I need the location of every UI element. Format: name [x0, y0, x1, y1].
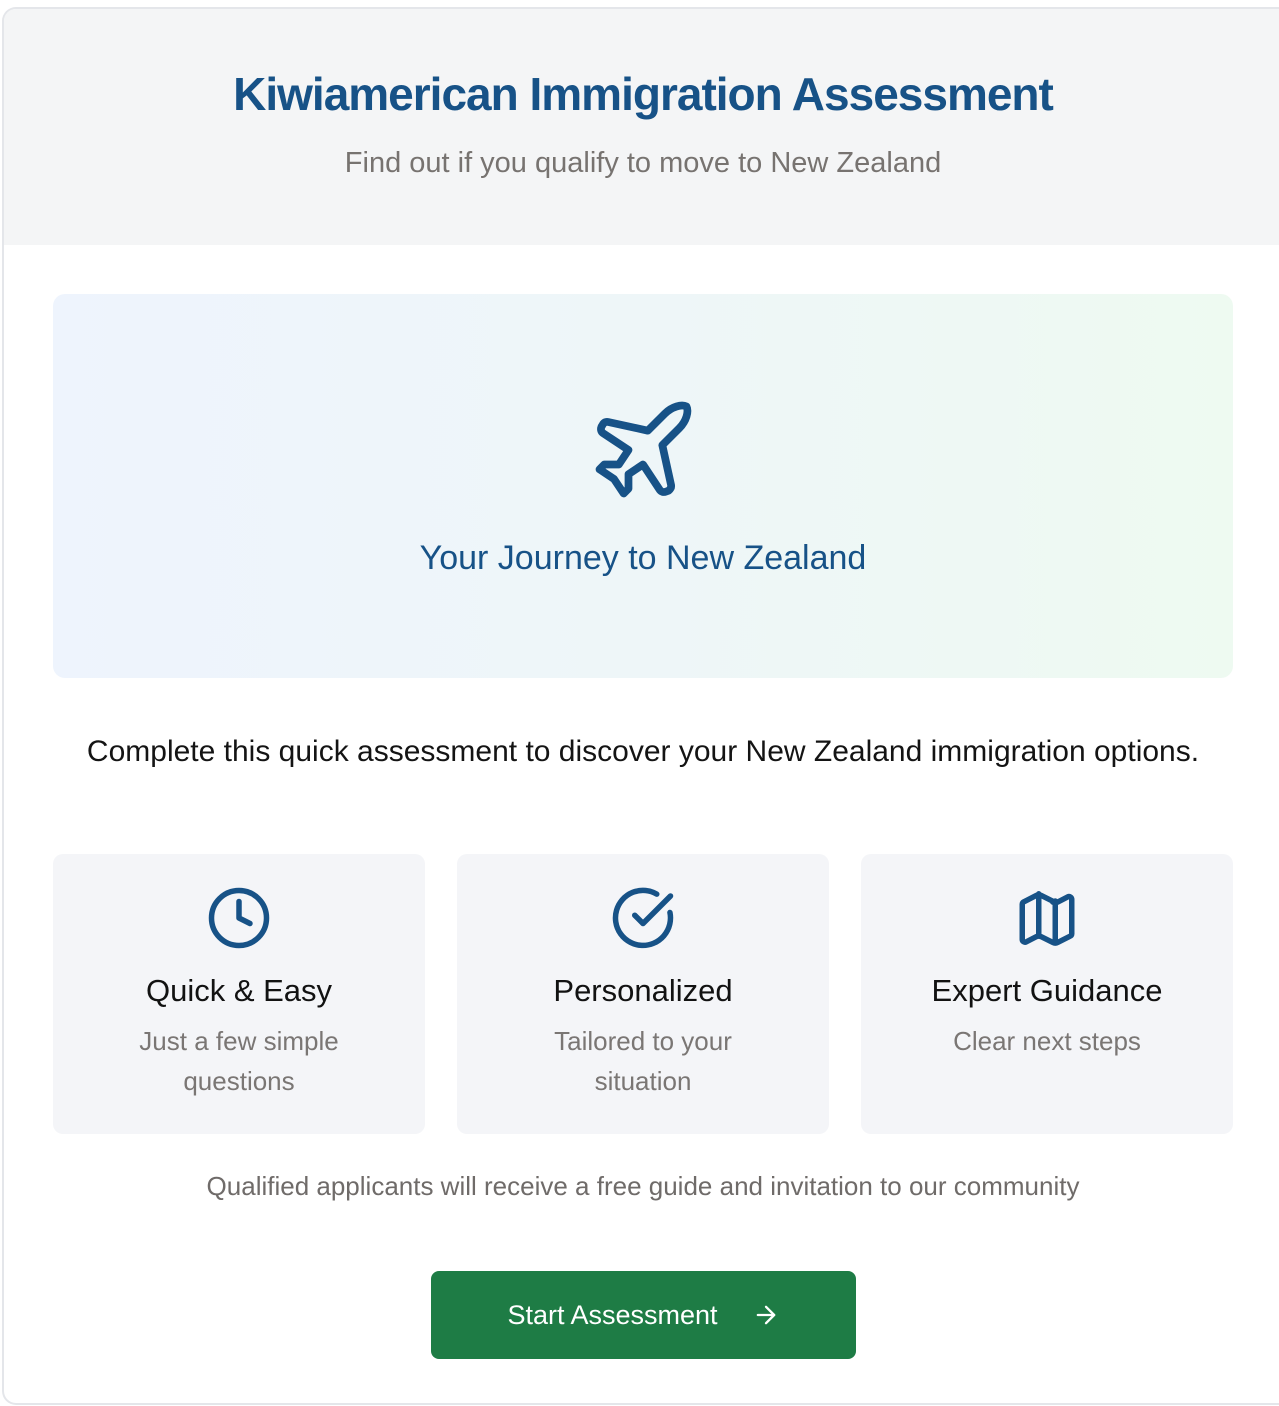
- page-title: Kiwiamerican Immigration Assessment: [233, 68, 1054, 120]
- feature-card-personalized: Personalized Tailored to your situation: [457, 854, 829, 1134]
- feature-description: Tailored to your situation: [554, 1026, 732, 1096]
- feature-description: Clear next steps: [953, 1026, 1141, 1056]
- feature-list: Quick & Easy Just a few simple questions…: [53, 854, 1233, 1134]
- feature-description: Just a few simple questions: [139, 1026, 339, 1096]
- qualification-note: Qualified applicants will receive a free…: [206, 1171, 1080, 1201]
- feature-title: Expert Guidance: [931, 973, 1163, 1008]
- page-header: Kiwiamerican Immigration Assessment Find…: [4, 9, 1279, 245]
- hero-banner: Your Journey to New Zealand: [53, 294, 1233, 678]
- clock-icon: [208, 887, 270, 949]
- intro-text: Complete this quick assessment to discov…: [86, 735, 1200, 768]
- plane-icon: [595, 401, 692, 498]
- feature-title: Personalized: [553, 973, 733, 1008]
- arrow-right-icon: [756, 1305, 775, 1325]
- feature-title: Quick & Easy: [145, 973, 333, 1008]
- check-circle-icon: [612, 887, 674, 949]
- assessment-card: Kiwiamerican Immigration Assessment Find…: [2, 7, 1279, 1405]
- page-subtitle: Find out if you qualify to move to New Z…: [344, 147, 942, 179]
- hero-title: Your Journey to New Zealand: [419, 539, 867, 577]
- feature-card-expert-guidance: Expert Guidance Clear next steps: [861, 854, 1233, 1134]
- start-assessment-label: Start Assessment: [507, 1299, 718, 1330]
- feature-card-quick-easy: Quick & Easy Just a few simple questions: [53, 854, 425, 1134]
- map-icon: [1019, 891, 1075, 946]
- start-assessment-button[interactable]: Start Assessment: [431, 1271, 856, 1359]
